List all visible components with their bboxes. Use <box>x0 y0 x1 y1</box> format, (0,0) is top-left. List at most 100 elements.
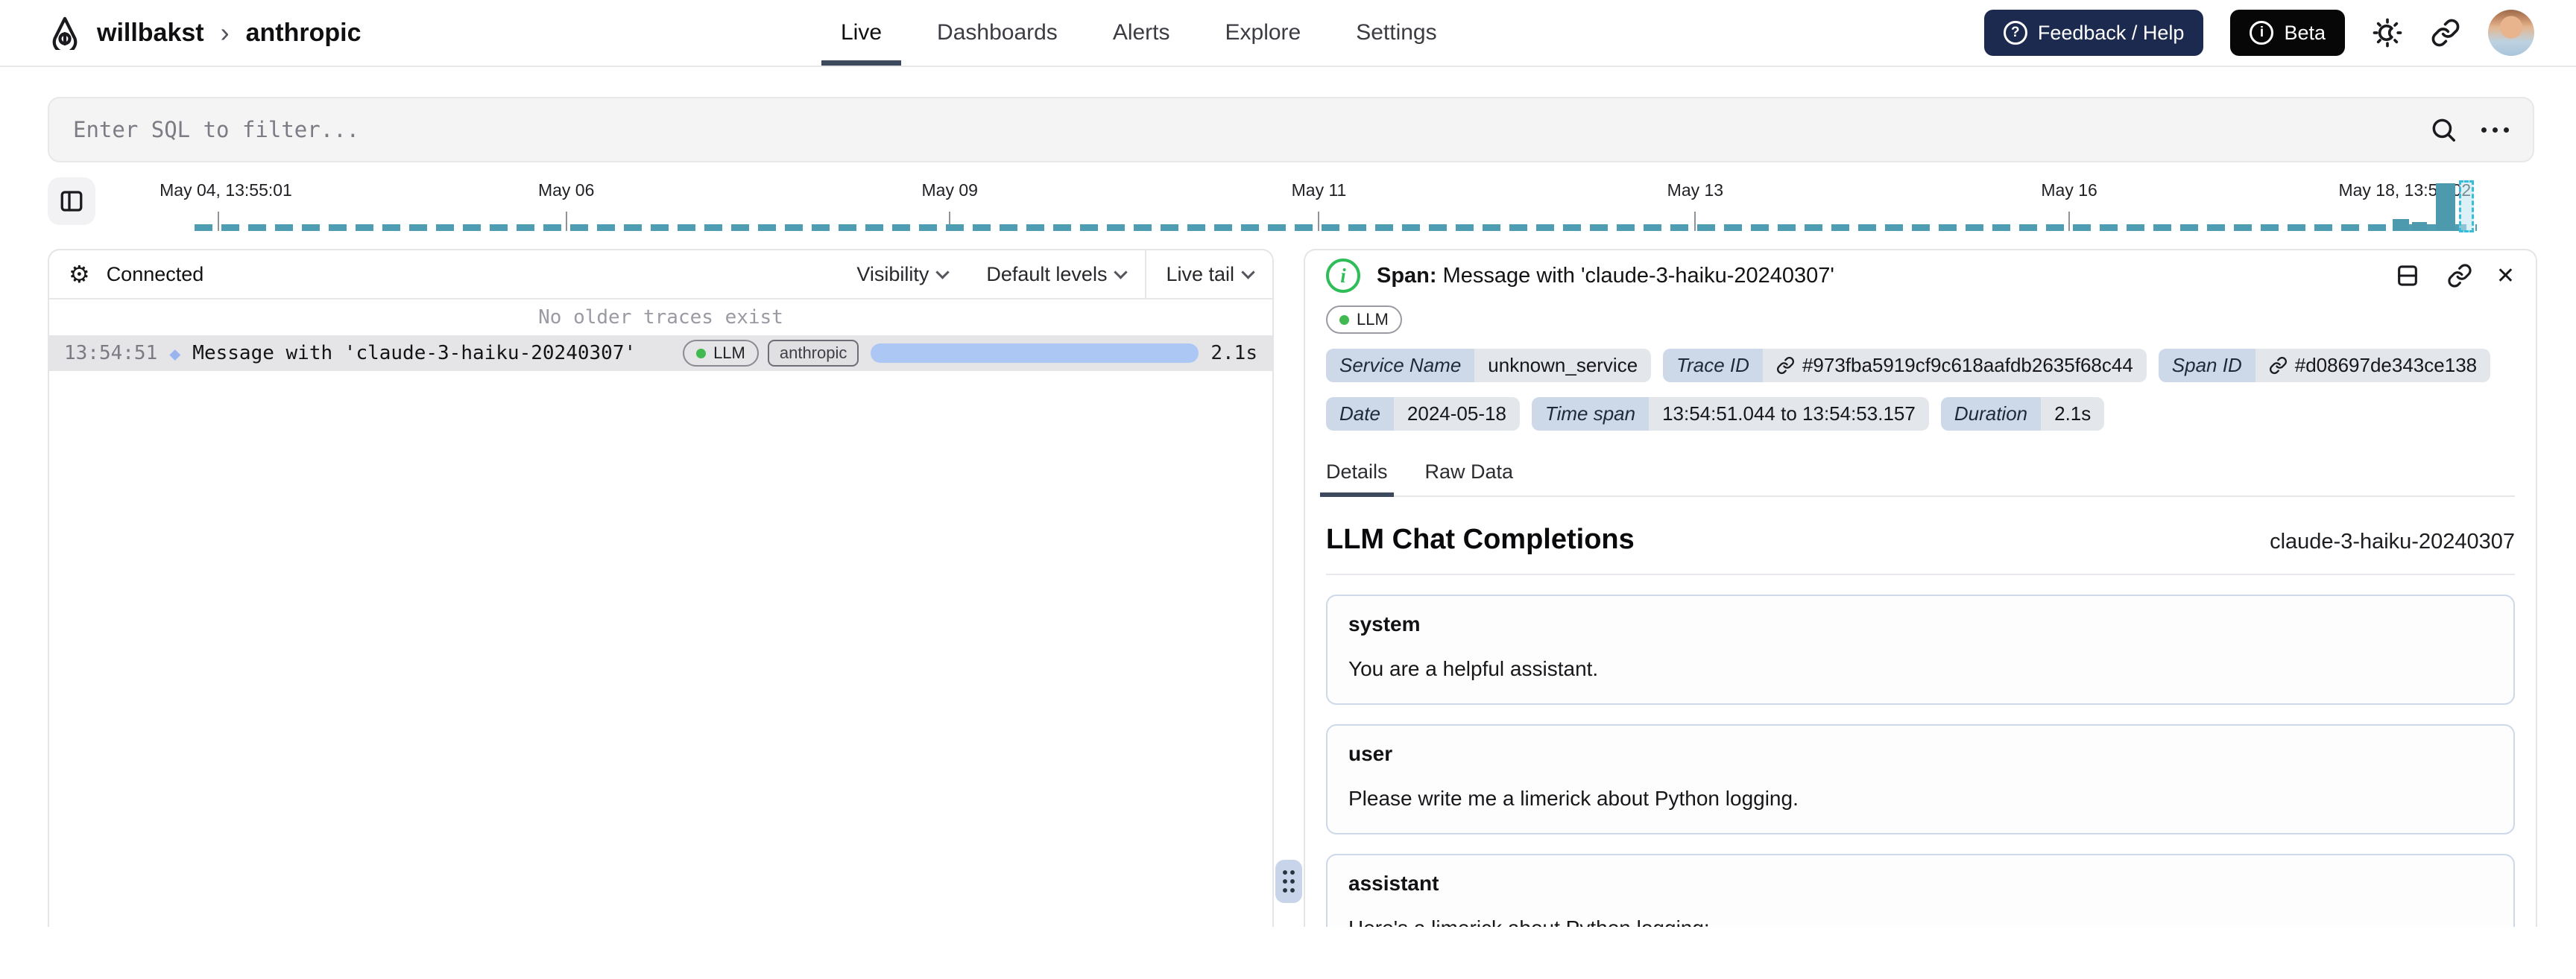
tab-live[interactable]: Live <box>821 0 902 66</box>
message-text: Please write me a limerick about Python … <box>1348 786 1799 810</box>
timeline-row: May 04, 13:55:01 May 06 May 09 May 11 Ma… <box>48 174 2534 240</box>
more-options-icon[interactable] <box>2481 127 2509 133</box>
attr-service-name: Service Name unknown_service <box>1326 349 1652 382</box>
message-role: assistant <box>1348 871 1439 895</box>
attr-date: Date 2024-05-18 <box>1326 397 1520 431</box>
feedback-help-label: Feedback / Help <box>2037 21 2185 44</box>
info-circle-icon: i <box>1326 259 1360 293</box>
main-nav: Live Dashboards Alerts Explore Settings <box>821 0 1437 66</box>
link-icon <box>1776 356 1795 375</box>
histogram-bar-spike <box>2436 183 2456 231</box>
chevron-down-icon <box>935 264 950 279</box>
grip-dots-icon <box>1281 868 1296 895</box>
main-content: ⚙ Connected Visibility Default levels Li… <box>48 249 2537 927</box>
info-circle-icon: i <box>2250 21 2274 45</box>
message-card-system: system You are a helpful assistant. <box>1326 595 2515 705</box>
message-text: Here's a limerick about Python logging: <box>1348 913 2493 928</box>
span-header: i Span: Message with 'claude-3-haiku-202… <box>1305 250 2536 301</box>
timeline-tick: May 09 <box>921 180 978 200</box>
timeline-tick: May 13 <box>1667 180 1724 200</box>
model-name: claude-3-haiku-20240307 <box>2270 530 2515 554</box>
attr-duration: Duration 2.1s <box>1940 397 2105 431</box>
timeline-tick: May 16 <box>2041 180 2097 200</box>
chevron-down-icon <box>1114 264 1128 279</box>
sidebar-toggle-button[interactable] <box>48 177 95 225</box>
detail-tabs: Details Raw Data <box>1320 460 2515 497</box>
no-older-traces-message: No older traces exist <box>538 306 783 329</box>
span-title: Span: Message with 'claude-3-haiku-20240… <box>1377 263 1834 288</box>
trace-list-panel: ⚙ Connected Visibility Default levels Li… <box>48 249 1274 927</box>
question-circle-icon: ? <box>2003 21 2027 45</box>
message-card-user: user Please write me a limerick about Py… <box>1326 723 2515 834</box>
gear-icon[interactable]: ⚙ <box>69 260 90 288</box>
llm-tag-badge: LLM <box>1326 305 1402 334</box>
span-attributes-row-2: Date 2024-05-18 Time span 13:54:51.044 t… <box>1326 397 2515 431</box>
timeline-tick: May 04, 13:55:01 <box>160 180 292 200</box>
link-icon <box>2269 356 2288 375</box>
trace-duration: 2.1s <box>1210 342 1257 364</box>
breadcrumb-project[interactable]: anthropic <box>246 19 362 48</box>
copy-link-icon[interactable] <box>2444 260 2475 291</box>
green-dot-icon <box>696 348 707 358</box>
source-tag-badge: anthropic <box>767 340 859 367</box>
attr-trace-id: Trace ID #973fba5919cf9c618aafdb2635f68c… <box>1663 349 2147 382</box>
split-view-icon[interactable] <box>2392 260 2423 291</box>
span-diamond-icon: ◆ <box>169 342 181 364</box>
tab-details[interactable]: Details <box>1320 460 1394 497</box>
beta-button[interactable]: i Beta <box>2230 10 2345 56</box>
attr-time-span: Time span 13:54:51.044 to 13:54:53.157 <box>1531 397 1929 431</box>
tab-dashboards[interactable]: Dashboards <box>937 0 1058 66</box>
panel-resize-handle[interactable] <box>1275 860 1302 903</box>
message-role: system <box>1348 612 1421 636</box>
search-icon[interactable] <box>2428 114 2459 145</box>
sql-filter-placeholder: Enter SQL to filter... <box>73 117 360 142</box>
trace-timestamp: 13:54:51 <box>64 342 158 364</box>
message-card-assistant: assistant Here's a limerick about Python… <box>1326 853 2515 928</box>
breadcrumb-separator-icon: › <box>220 17 230 48</box>
histogram-bar <box>2393 219 2410 231</box>
message-role: user <box>1348 741 1393 765</box>
span-attributes-row-1: Service Name unknown_service Trace ID #9… <box>1326 349 2515 382</box>
trace-list-header: ⚙ Connected Visibility Default levels Li… <box>49 250 1272 300</box>
logfire-logo-icon[interactable] <box>48 16 82 50</box>
tab-raw-data[interactable]: Raw Data <box>1425 460 1514 495</box>
trace-row[interactable]: 13:54:51 ◆ Message with 'claude-3-haiku-… <box>49 335 1272 371</box>
user-avatar[interactable] <box>2488 10 2534 56</box>
trace-title: Message with 'claude-3-haiku-20240307' <box>192 342 637 364</box>
default-levels-dropdown[interactable]: Default levels <box>967 250 1145 298</box>
timeline-baseline <box>195 224 2477 231</box>
histogram-bar <box>2411 222 2427 231</box>
beta-label: Beta <box>2284 21 2326 44</box>
timeline-selection[interactable] <box>2458 180 2474 232</box>
attr-span-id: Span ID #d08697de343ce138 <box>2158 349 2491 382</box>
feedback-help-button[interactable]: ? Feedback / Help <box>1983 10 2204 56</box>
llm-tag-badge: LLM <box>683 340 759 367</box>
section-header: LLM Chat Completions claude-3-haiku-2024… <box>1326 524 2515 556</box>
divider <box>1326 574 2515 575</box>
connection-status: Connected <box>106 262 204 285</box>
timeline-tick: May 11 <box>1291 180 1347 200</box>
header-actions: ? Feedback / Help i Beta <box>1983 10 2534 56</box>
tab-alerts[interactable]: Alerts <box>1113 0 1170 66</box>
filter-row: Enter SQL to filter... <box>0 67 2576 162</box>
panel-gutter <box>1274 249 1304 927</box>
span-detail-panel: i Span: Message with 'claude-3-haiku-202… <box>1304 249 2537 927</box>
app-header: willbakst › anthropic Live Dashboards Al… <box>0 0 2576 67</box>
tab-settings[interactable]: Settings <box>1356 0 1436 66</box>
share-link-icon[interactable] <box>2430 17 2461 48</box>
breadcrumb: willbakst › anthropic <box>48 16 362 50</box>
breadcrumb-org[interactable]: willbakst <box>97 19 204 48</box>
timeline-tick: May 06 <box>537 180 595 200</box>
chevron-down-icon <box>1241 264 1255 279</box>
tab-explore[interactable]: Explore <box>1225 0 1301 66</box>
trace-duration-bar <box>871 343 1199 363</box>
green-dot-icon <box>1339 314 1349 325</box>
section-title: LLM Chat Completions <box>1326 524 1635 555</box>
time-range-histogram[interactable]: May 04, 13:55:01 May 06 May 09 May 11 Ma… <box>137 174 2534 240</box>
theme-toggle-icon[interactable] <box>2372 17 2403 48</box>
live-tail-dropdown[interactable]: Live tail <box>1146 250 1272 298</box>
sql-filter-input[interactable]: Enter SQL to filter... <box>48 97 2534 162</box>
close-icon[interactable]: ✕ <box>2496 263 2515 289</box>
message-text: You are a helpful assistant. <box>1348 657 1599 680</box>
visibility-dropdown[interactable]: Visibility <box>837 250 967 298</box>
